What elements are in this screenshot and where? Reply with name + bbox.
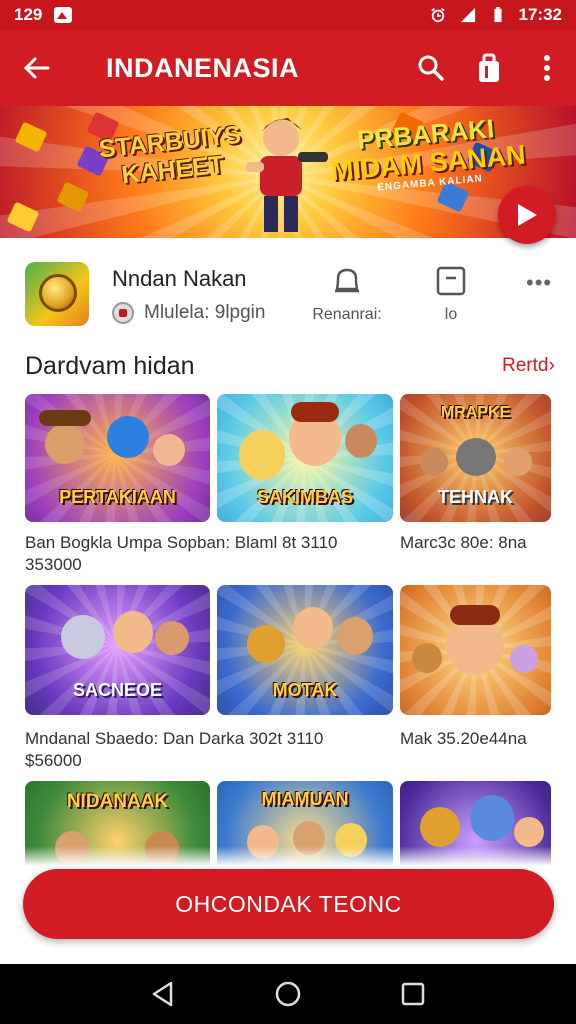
meta-info[interactable]: lo	[420, 264, 482, 324]
game-card[interactable]: SAKIMBAS	[217, 394, 393, 522]
meta-notify[interactable]: Renanrai:	[308, 264, 386, 324]
meta-info-label: lo	[444, 306, 458, 323]
game-card[interactable]: MOTAK	[217, 585, 393, 715]
status-time-right: 17:32	[518, 5, 562, 24]
row2-caption-right: Mak 35.20e44na	[400, 729, 527, 748]
app-name: Nndan Nakan	[112, 266, 247, 291]
row1-caption-line1: Ban Bogkla Umpa Sopban: Blaml 8t 3110	[25, 533, 338, 552]
game-card-title: SAKIMBAS	[256, 487, 353, 507]
banner-hero-character	[246, 118, 328, 232]
play-icon	[518, 204, 537, 226]
section-see-all-link[interactable]: Rertd›	[502, 355, 555, 377]
more-vert-icon	[544, 55, 550, 81]
back-button[interactable]	[0, 30, 72, 106]
nav-back-button[interactable]	[143, 974, 183, 1014]
alarm-icon	[430, 8, 445, 23]
meta-notify-label: Renanrai:	[312, 306, 382, 323]
row1-caption-line2: 353000	[25, 555, 82, 574]
game-card-title: NIDANAAK	[66, 791, 169, 812]
developer-icon	[112, 302, 134, 324]
back-arrow-icon	[23, 57, 50, 79]
game-card-title: PERTAKIAAN	[59, 487, 176, 507]
row1-caption: Ban Bogkla Umpa Sopban: Blaml 8t 3110 35…	[25, 532, 385, 576]
app-icon[interactable]	[25, 262, 89, 326]
promo-banner[interactable]: STARBUIYS KAHEET PRBARAKI MIDAM SANAN EN…	[0, 106, 576, 238]
game-card-subtitle: TEHNAK	[438, 487, 513, 507]
nav-recents-button[interactable]	[393, 974, 433, 1014]
game-card[interactable]	[400, 585, 551, 715]
coin-icon	[39, 274, 77, 312]
game-card-title: MOTAK	[272, 680, 338, 700]
status-time-left: 129	[14, 5, 43, 24]
game-card[interactable]: MRAPKE TEHNAK	[400, 394, 551, 522]
row2-caption-line2: $56000	[25, 751, 82, 770]
row1-caption-right: Marc3c 80e: 8na	[400, 533, 527, 552]
bag-button[interactable]	[460, 30, 518, 106]
play-button[interactable]	[498, 186, 556, 244]
status-bar: 129 17:32	[0, 0, 576, 30]
recents-square-icon	[402, 982, 425, 1006]
more-options-button[interactable]	[518, 30, 576, 106]
home-circle-icon	[275, 981, 301, 1007]
search-button[interactable]	[402, 30, 460, 106]
section-title: Dardvam hidan	[25, 352, 195, 380]
game-card[interactable]: PERTAKIAAN	[25, 394, 210, 522]
game-card-title: SACNEOE	[72, 680, 162, 700]
search-icon	[418, 55, 444, 81]
developer-name: Mlulela: 9lpgin	[144, 302, 266, 323]
battery-icon	[493, 7, 502, 23]
row2-caption: Mndanal Sbaedo: Dan Darka 302t 3110 $560…	[25, 728, 385, 772]
app-info-row: Nndan Nakan Mlulela: 9lpgin Renanrai: lo…	[0, 250, 576, 338]
more-horizontal-icon[interactable]: •••	[526, 270, 552, 296]
app-bar-title: INDANENASIA	[106, 52, 300, 83]
game-card-title: MIAMUAN	[261, 789, 349, 809]
game-card[interactable]: SACNEOE	[25, 585, 210, 715]
row2-caption-line1: Mndanal Sbaedo: Dan Darka 302t 3110	[25, 729, 324, 748]
nav-home-button[interactable]	[268, 974, 308, 1014]
signal-icon	[460, 7, 475, 23]
app-bar: INDANENASIA	[0, 30, 576, 106]
square-icon	[436, 266, 466, 296]
bag-icon	[479, 53, 499, 82]
notification-icon	[54, 7, 73, 23]
primary-cta-button[interactable]: OHCONDAK TEONC	[23, 869, 554, 939]
back-triangle-icon	[152, 981, 172, 1007]
bell-icon	[335, 268, 359, 293]
game-card-title: MRAPKE	[440, 404, 511, 421]
system-nav-bar	[0, 964, 576, 1024]
app-developer[interactable]: Mlulela: 9lpgin	[112, 302, 265, 324]
